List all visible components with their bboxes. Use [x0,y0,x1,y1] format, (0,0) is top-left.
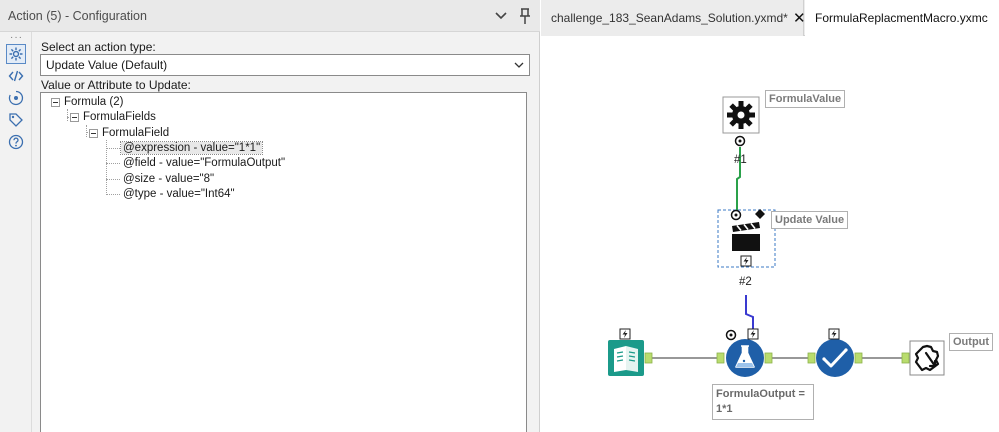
document-tabbar: challenge_183_SeanAdams_Solution.yxmd* ✕… [541,0,999,37]
pin-icon[interactable] [516,6,534,26]
connection-icon[interactable] [6,88,26,108]
connection-label-2: #2 [739,276,752,288]
action-type-dropdown[interactable]: Update Value (Default) [40,54,530,76]
tree-node-formula[interactable]: Formula (2) [64,95,123,110]
question-anchor-icon [730,209,742,221]
output-anchor [644,352,653,364]
lightning-anchor-icon[interactable] [619,328,631,340]
tree-node-expression[interactable]: @expression - value="1*1" [119,141,264,156]
book-icon [614,346,638,372]
chevron-down-icon [514,62,524,68]
tab-formula-replacement-macro[interactable]: FormulaReplacmentMacro.yxmc [805,0,999,37]
tab-label: challenge_183_SeanAdams_Solution.yxmd* [551,11,788,25]
tree-connector [106,179,120,180]
lightning-anchor-icon[interactable] [747,328,759,340]
tree-node-label: @field - value="FormulaOutput" [123,157,286,169]
tree-connector [106,163,120,164]
formula-value-label[interactable]: FormulaValue [765,90,846,108]
tree-node-label: @expression - value="1*1" [119,141,264,155]
output-label[interactable]: Output [949,333,994,351]
control-parameter-tool[interactable] [722,96,760,134]
collapse-formula-toggle[interactable] [51,98,60,107]
tree-node-formulafields[interactable]: FormulaFields [83,110,156,125]
tab-label: FormulaReplacmentMacro.yxmc [815,11,988,25]
connection-label-1: #1 [734,154,747,166]
tree-node-label: FormulaFields [83,111,156,123]
tree-node-label: @type - value="Int64" [123,188,235,200]
connection-line-blue [745,295,754,334]
action-type-selected-value: Update Value (Default) [46,58,168,72]
tree-node-label: @size - value="8" [123,173,215,185]
value-attribute-label: Value or Attribute to Update: [41,78,191,92]
panel-title: Action (5) - Configuration [8,9,147,23]
gear-icon [727,101,755,129]
panel-header: Action (5) - Configuration [0,0,540,32]
tree-node-field[interactable]: @field - value="FormulaOutput" [123,156,285,171]
formula-annotation[interactable]: FormulaOutput = 1*1 [712,384,814,420]
input-anchor [716,352,725,364]
tree-connector [67,109,68,121]
formula-tool[interactable] [716,339,773,377]
clapperboard-icon [732,222,760,251]
output-anchor [854,352,863,364]
attribute-tree[interactable]: Formula (2) FormulaFields FormulaField @… [40,92,527,432]
action-form: Select an action type: Update Value (Def… [32,32,539,432]
tree-node-label: Formula (2) [64,96,124,108]
collapse-formulafields-toggle[interactable] [70,113,79,122]
input-anchor [807,352,816,364]
lightning-anchor-icon[interactable] [740,255,752,267]
help-icon[interactable] [6,132,26,152]
question-anchor-icon[interactable] [725,329,737,341]
lightning-anchor-icon[interactable] [828,328,840,340]
close-icon[interactable]: ✕ [793,9,806,27]
xml-code-icon[interactable] [6,66,26,86]
tree-node-formulafield[interactable]: FormulaField [102,126,169,141]
tree-connector [86,125,87,137]
update-value-label[interactable]: Update Value [771,211,849,229]
more-dots-icon[interactable]: ··· [10,32,23,43]
action-tool[interactable] [730,209,766,251]
select-tool[interactable] [807,339,863,377]
question-anchor-icon[interactable] [734,135,746,147]
tree-node-type[interactable]: @type - value="Int64" [123,187,235,202]
action-type-label: Select an action type: [41,40,156,54]
input-anchor [901,352,910,364]
tree-connector [106,194,120,195]
workflow-canvas[interactable]: FormulaValue Update Value Output #1 #2 F… [541,37,999,432]
side-rail: ··· [0,32,32,432]
collapse-chevron-icon[interactable] [492,7,510,25]
tree-node-label: FormulaField [102,127,170,139]
macro-output-tool[interactable] [901,340,945,376]
tag-icon[interactable] [6,110,26,130]
configuration-gear-icon[interactable] [6,44,26,64]
macro-input-tool[interactable] [608,340,653,376]
tree-connector [106,148,120,149]
collapse-formulafield-toggle[interactable] [89,129,98,138]
tab-challenge-solution[interactable]: challenge_183_SeanAdams_Solution.yxmd* ✕ [541,0,806,36]
tree-node-size[interactable]: @size - value="8" [123,172,214,187]
configuration-panel: Action (5) - Configuration ··· Select an… [0,0,540,432]
output-anchor [764,352,773,364]
